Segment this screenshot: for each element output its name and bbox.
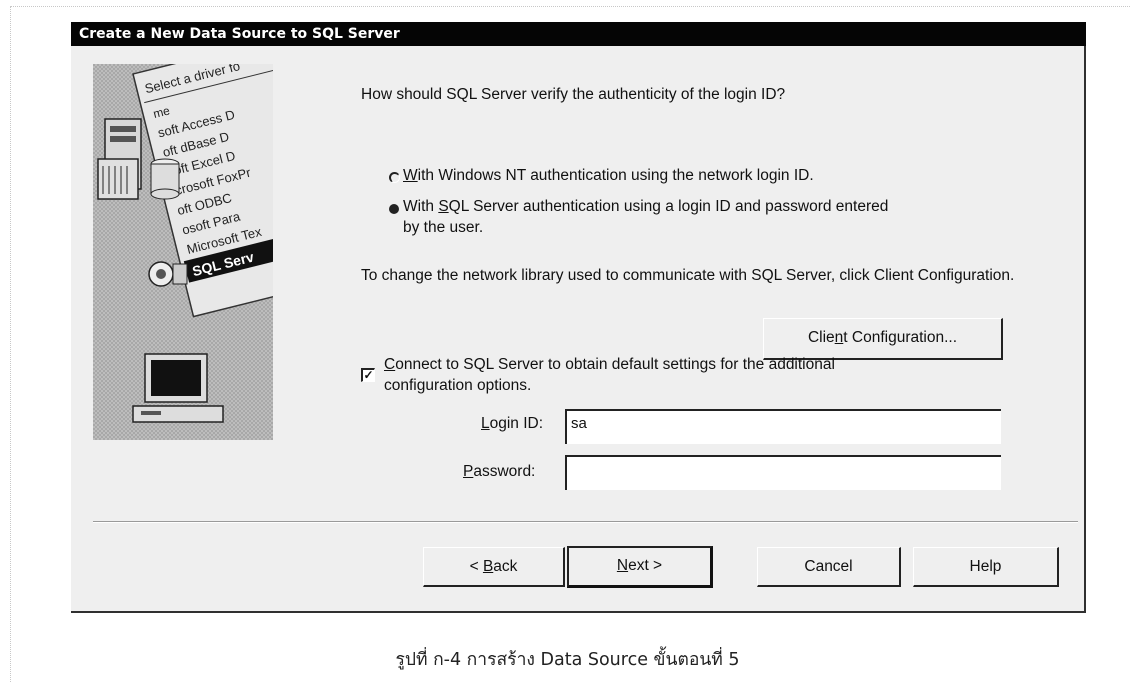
network-library-text: To change the network library used to co… xyxy=(361,267,1015,284)
connect-checkbox[interactable]: ✓ xyxy=(361,368,375,382)
wizard-illustration: Select a driver fo me soft Access D oft … xyxy=(93,64,273,440)
login-id-label: Login ID: xyxy=(481,415,544,432)
cancel-button[interactable]: Cancel xyxy=(757,547,901,587)
next-button[interactable]: Next > xyxy=(567,546,713,588)
dialog-window: Create a New Data Source to SQL Server S… xyxy=(71,22,1086,613)
password-input[interactable] xyxy=(565,455,1001,490)
radio-windows-nt-label[interactable]: With Windows NT authentication using the… xyxy=(403,167,814,185)
connector-icon xyxy=(148,261,188,287)
client-configuration-button[interactable]: Client Configuration... xyxy=(763,318,1003,360)
auth-question: How should SQL Server verify the authent… xyxy=(361,86,786,103)
connect-label-line2[interactable]: configuration options. xyxy=(384,377,531,395)
connect-label[interactable]: Connect to SQL Server to obtain default … xyxy=(384,356,835,374)
back-button[interactable]: < Back xyxy=(423,547,565,587)
password-label: Password: xyxy=(463,463,536,480)
dialog-separator xyxy=(93,521,1078,523)
radio-sql-server-label-line2[interactable]: by the user. xyxy=(403,219,483,237)
database-icon xyxy=(150,158,180,200)
radio-windows-nt[interactable] xyxy=(389,172,400,183)
dialog-title: Create a New Data Source to SQL Server xyxy=(71,22,1086,46)
radio-sql-server[interactable] xyxy=(389,204,399,214)
help-button[interactable]: Help xyxy=(913,547,1059,587)
figure-caption: รูปที่ ก-4 การสร้าง Data Source ขั้นตอนท… xyxy=(395,650,740,670)
server-icon xyxy=(97,118,142,200)
radio-sql-server-label[interactable]: With SQL Server authentication using a l… xyxy=(403,198,888,216)
illustration-graphic: Select a driver fo me soft Access D oft … xyxy=(93,64,273,440)
login-id-input[interactable]: sa xyxy=(565,409,1001,444)
